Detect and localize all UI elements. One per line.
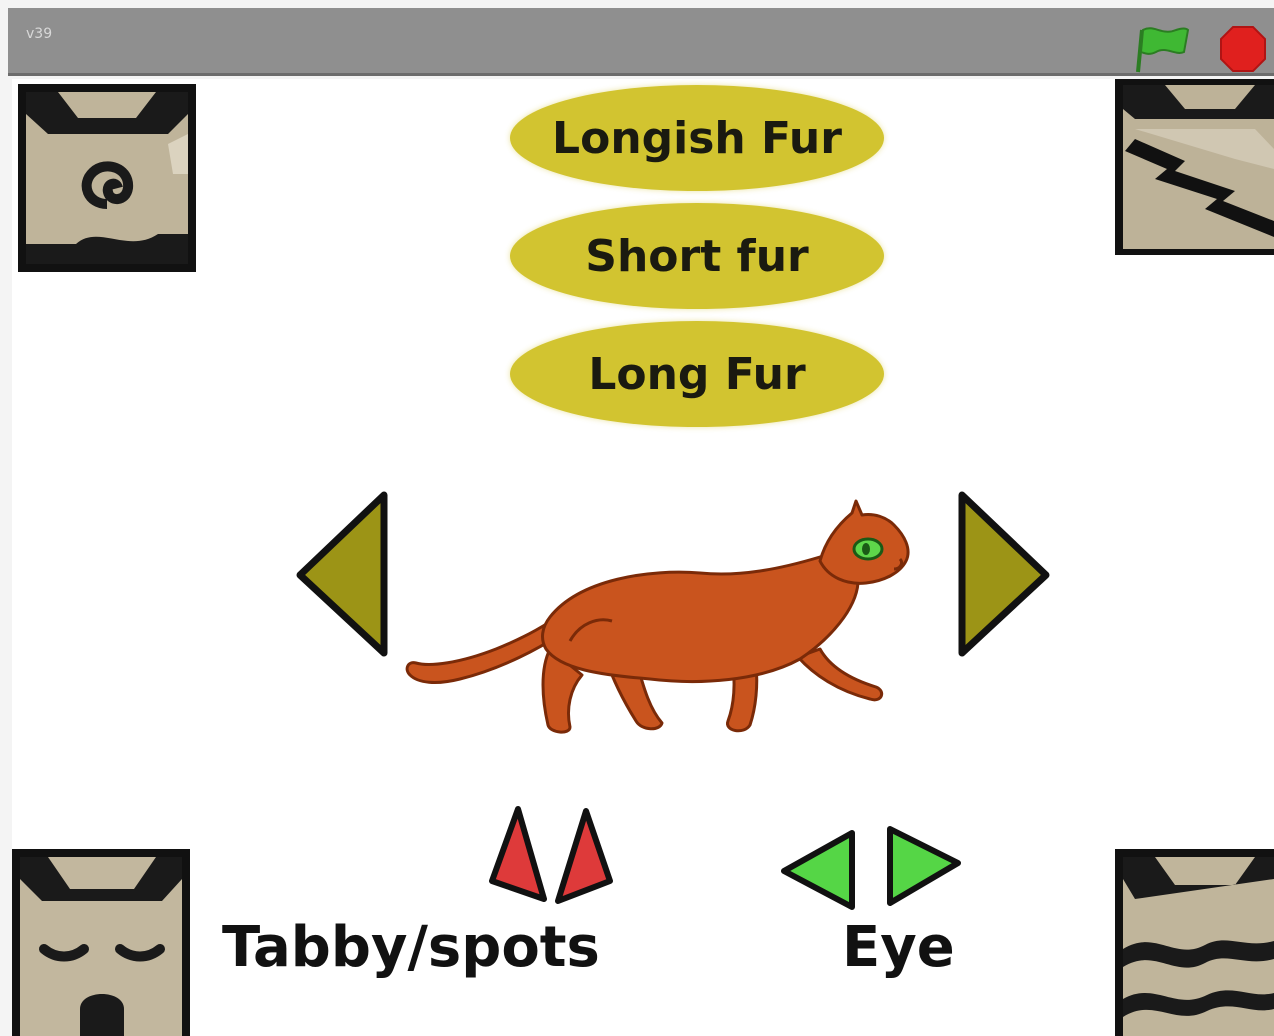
tabby-prev-arrow-icon[interactable] [486,803,550,909]
short-fur-button[interactable]: Short fur [510,203,884,309]
cat-sprite [405,499,910,734]
title-bar: v39 [8,8,1274,76]
green-flag-icon[interactable] [1132,22,1192,74]
lightning-clan-symbol[interactable] [1115,79,1274,255]
tabby-spots-label: Tabby/spots [222,915,600,980]
stage-canvas: Longish Fur Short fur Long Fur Tabby/spo… [12,79,1274,1036]
short-fur-label: Short fur [585,230,809,282]
eye-next-arrow-icon[interactable] [880,823,964,909]
tabby-next-arrow-icon[interactable] [550,805,614,911]
longish-fur-button[interactable]: Longish Fur [510,85,884,191]
long-fur-button[interactable]: Long Fur [510,321,884,427]
project-window: v39 Longish Fur Short fur Long Fur Tabby… [0,0,1274,1036]
eye-label: Eye [842,915,955,980]
previous-arrow-icon[interactable] [294,489,394,659]
longish-fur-label: Longish Fur [552,112,842,164]
wave-clan-symbol[interactable] [1115,849,1274,1036]
eye-prev-arrow-icon[interactable] [778,827,862,913]
next-arrow-icon[interactable] [952,489,1052,659]
sleeping-face-clan-symbol[interactable] [12,849,190,1036]
swirl-clan-symbol[interactable] [18,84,196,272]
long-fur-label: Long Fur [588,348,806,400]
stop-sign-icon[interactable] [1218,24,1268,74]
window-title: v39 [26,26,53,42]
